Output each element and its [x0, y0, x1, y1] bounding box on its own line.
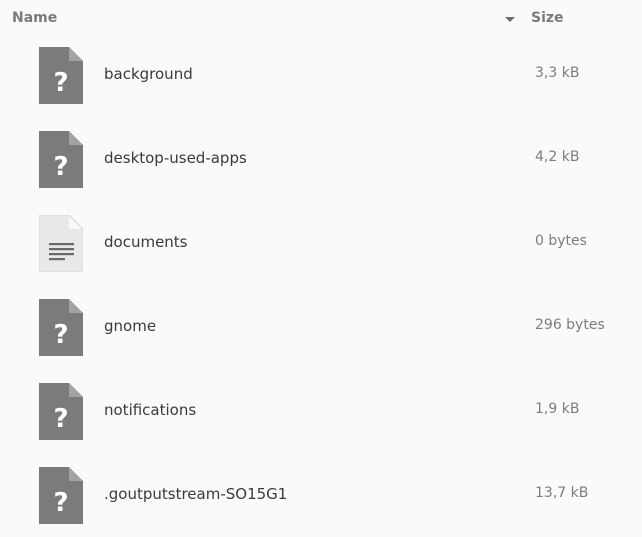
file-size: 13,7 kB	[535, 485, 589, 501]
size-column-label: Size	[531, 10, 564, 26]
svg-text:?: ?	[53, 68, 68, 98]
file-size: 1,9 kB	[535, 401, 580, 417]
file-row[interactable]: ? desktop-used-apps 4,2 kB	[0, 117, 642, 201]
svg-text:?: ?	[53, 404, 68, 434]
file-row[interactable]: ? background 3,3 kB	[0, 33, 642, 117]
svg-text:?: ?	[53, 488, 68, 518]
file-size: 0 bytes	[535, 233, 587, 249]
file-row[interactable]: documents 0 bytes	[0, 201, 642, 285]
text-file-icon	[39, 215, 83, 272]
file-list-view: Name Size ? background 3,3 kB? desktop-used…	[0, 0, 642, 537]
svg-text:?: ?	[53, 320, 68, 350]
file-row[interactable]: ? .goutputstream-SO15G1 13,7 kB	[0, 453, 642, 537]
file-name: gnome	[104, 317, 157, 335]
unknown-file-icon: ?	[39, 467, 83, 524]
file-row[interactable]: ? notifications 1,9 kB	[0, 369, 642, 453]
file-name: documents	[104, 233, 188, 251]
unknown-file-icon: ?	[39, 383, 83, 440]
file-size: 4,2 kB	[535, 149, 580, 165]
svg-text:?: ?	[53, 152, 68, 182]
file-name: notifications	[104, 401, 197, 419]
file-size: 3,3 kB	[535, 65, 580, 81]
file-name: desktop-used-apps	[104, 149, 247, 167]
unknown-file-icon: ?	[39, 299, 83, 356]
unknown-file-icon: ?	[39, 131, 83, 188]
file-name: .goutputstream-SO15G1	[104, 485, 288, 503]
unknown-file-icon: ?	[39, 47, 83, 104]
sort-descending-arrow-icon	[505, 17, 515, 22]
file-size: 296 bytes	[535, 317, 605, 333]
file-rows: ? background 3,3 kB? desktop-used-apps 4,2 k…	[0, 33, 642, 537]
file-name: background	[104, 65, 193, 83]
file-row[interactable]: ? gnome 296 bytes	[0, 285, 642, 369]
name-column-label: Name	[12, 10, 58, 26]
